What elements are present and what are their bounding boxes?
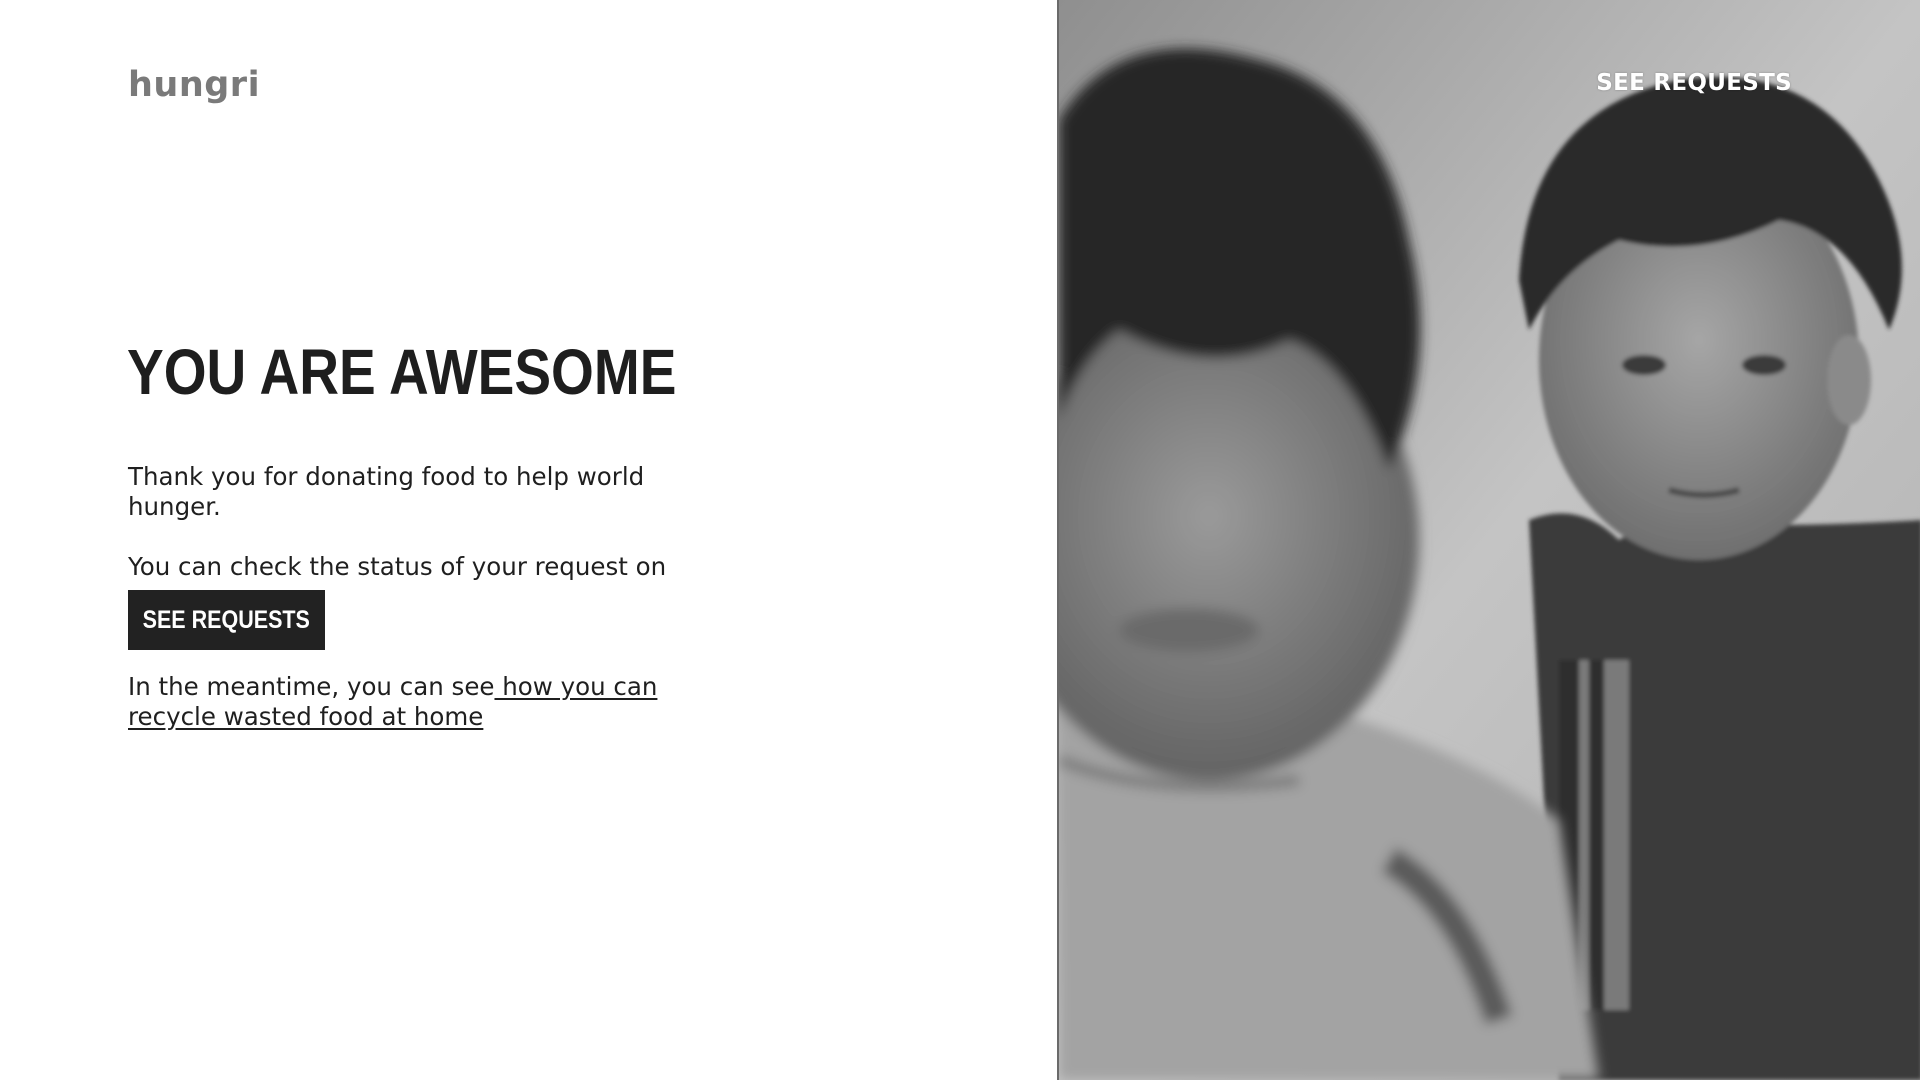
thanks-message: Thank you for donating food to help worl… xyxy=(128,462,645,521)
children-photo xyxy=(1059,0,1920,1080)
meantime-text: In the meantime, you can see xyxy=(128,672,495,701)
status-message: You can check the status of your request… xyxy=(128,552,667,581)
hero-image-panel: SEE REQUESTS xyxy=(1057,0,1920,1080)
right-child xyxy=(1519,77,1920,1080)
brand-logo[interactable]: hungri xyxy=(128,62,260,108)
left-panel: hungri YOU ARE AWESOME Thank you for don… xyxy=(0,0,1057,1080)
page-title: YOU ARE AWESOME xyxy=(127,336,677,408)
see-requests-button-label: SEE REQUESTS xyxy=(142,605,311,634)
nav-see-requests-link[interactable]: SEE REQUESTS xyxy=(1596,70,1792,96)
meantime-message: In the meantime, you can see how you can… xyxy=(128,672,728,732)
see-requests-button[interactable]: SEE REQUESTS xyxy=(128,590,325,650)
